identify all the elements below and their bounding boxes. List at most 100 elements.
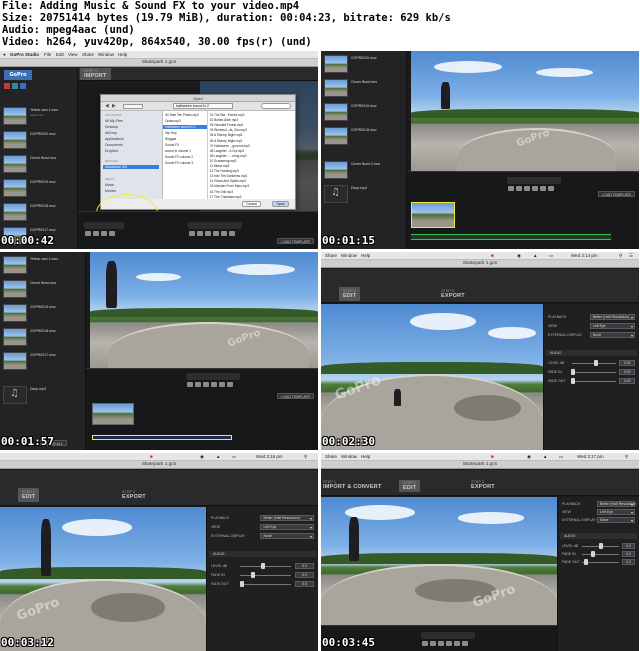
open-button[interactable]: Open <box>272 201 289 207</box>
sidebar-item-macintosh-hd[interactable]: Macintosh HD <box>103 165 159 169</box>
clock[interactable]: Wed 3:16 pm <box>256 454 283 459</box>
audio-section-header[interactable]: AUDIO <box>546 350 637 356</box>
audio-section-header[interactable]: AUDIO <box>209 551 316 557</box>
fade-in-slider[interactable]: FADE IN 0.0 <box>211 572 314 578</box>
file-row[interactable]: 15 Monster From Mars.mp3 <box>210 184 249 188</box>
list-item[interactable]: GOPR0018.mov <box>324 127 398 147</box>
folder-row[interactable]: Grass.mp3 <box>165 119 181 123</box>
menu-share[interactable]: Share <box>325 454 337 459</box>
file-row[interactable]: 04 Werewol...ds_Sus.mp3 <box>210 128 247 132</box>
fade-out-slider[interactable]: FADE OUT 0.0 <box>211 581 314 587</box>
list-item[interactable]: GOPR0019.mov <box>3 179 77 199</box>
sidebar-item-all-my-files[interactable]: All My Files <box>105 119 123 123</box>
playback-controls[interactable] <box>507 177 561 191</box>
folder-row-selected[interactable]: Halloween sound fx 2 <box>163 125 207 129</box>
menu-view[interactable]: View <box>68 52 78 57</box>
menu-app[interactable]: GoPro Studio <box>10 52 39 57</box>
search-icon[interactable]: ⚲ <box>619 253 622 259</box>
list-item[interactable]: GOPR0019.mov <box>3 304 77 324</box>
sidebar-item-applications[interactable]: Applications <box>105 137 124 141</box>
menu-file[interactable]: File <box>44 52 51 57</box>
file-row[interactable]: 01 The Bla...Knives.mp3 <box>210 113 245 117</box>
slider-knob[interactable] <box>261 563 265 569</box>
list-item[interactable]: GOPR0020.mov <box>3 131 77 151</box>
file-row[interactable]: 11 Music.mp3 <box>210 164 230 168</box>
slider-knob[interactable] <box>571 378 576 384</box>
playback-select[interactable]: Better (Half Resolution) <box>589 314 635 320</box>
wifi-icon[interactable]: ◉ <box>527 454 531 460</box>
timeline-audio-track[interactable] <box>92 435 232 440</box>
file-row[interactable]: 12 The Howling.mp3 <box>210 169 239 173</box>
audio-section-header[interactable]: AUDIO <box>560 533 637 539</box>
list-item[interactable]: Yellow cam 1.mov <box>3 256 77 276</box>
playback-controls[interactable] <box>186 373 240 387</box>
list-item[interactable]: ♫ Dsop.mp3 <box>3 386 77 406</box>
slider-knob[interactable] <box>571 369 576 375</box>
list-item[interactable]: Clover Bowl.mov <box>3 280 77 300</box>
folder-row[interactable]: Sound FX <box>165 143 179 147</box>
folder-row[interactable]: Sound FX volume 2 <box>165 155 193 159</box>
menu-window[interactable]: Window <box>341 253 357 258</box>
list-item[interactable]: GOPR0020.mov <box>324 55 398 75</box>
view-select[interactable]: Left Eye <box>597 509 635 515</box>
level-slider[interactable]: LEVEL dB 0.00 <box>548 360 635 366</box>
folder-row[interactable]: Hip Hop <box>165 131 177 135</box>
list-item[interactable]: Yellow cam 1.mov Add to list <box>3 107 77 127</box>
view-select[interactable]: Left Eye <box>589 323 635 329</box>
sidebar-item-documents[interactable]: Documents <box>105 143 123 147</box>
external-display-select[interactable]: None <box>260 533 314 539</box>
list-item[interactable]: GOPR0017.mov <box>3 352 77 372</box>
volume-icon[interactable]: ▲ <box>543 454 547 459</box>
teal-button-icon[interactable] <box>12 83 18 89</box>
slider-knob[interactable] <box>240 581 245 587</box>
playback-select[interactable]: Better (Half Resolution) <box>260 515 314 521</box>
search-icon[interactable]: ⚲ <box>304 454 307 460</box>
menu-edit[interactable]: Edit <box>56 52 64 57</box>
sidebar-item-movies[interactable]: Movies <box>105 189 116 193</box>
sidebar-item-airdrop[interactable]: AirDrop <box>105 131 117 135</box>
load-template-button[interactable]: LOAD TEMPLATE <box>277 393 314 399</box>
fade-in-slider[interactable]: FADE IN 0.00 <box>548 369 635 375</box>
slider-knob[interactable] <box>598 543 603 549</box>
apple-icon[interactable]: ● <box>3 52 6 57</box>
playback-controls[interactable] <box>421 632 475 646</box>
list-item[interactable]: Clover Bowl 2.mov <box>324 161 398 181</box>
tab-edit[interactable]: STEP 2 EDIT <box>18 488 40 502</box>
wifi-icon[interactable]: ◉ <box>517 253 521 259</box>
tab-export[interactable]: STEP 3 EXPORT <box>441 289 465 299</box>
battery-icon[interactable]: ▭ <box>232 454 236 460</box>
list-item[interactable]: ♫ Dsop.mp3 <box>324 185 398 205</box>
level-slider[interactable]: LEVEL dB 0.0 <box>562 543 635 549</box>
folder-row[interactable]: All Take Ten Packs.mp3 <box>165 113 199 117</box>
list-item[interactable]: GOPR0018.mov <box>3 203 77 223</box>
search-field[interactable] <box>261 103 291 109</box>
slider-knob[interactable] <box>594 360 599 366</box>
load-template-button[interactable]: LOAD TEMPLATE <box>277 238 314 244</box>
external-display-select[interactable]: None <box>589 332 635 338</box>
tab-edit[interactable]: STEP 2 EDIT <box>399 480 421 492</box>
forward-icon[interactable]: ▶ <box>112 103 116 109</box>
tab-export[interactable]: STEP 3 EXPORT <box>122 490 146 500</box>
folder-row[interactable]: Sound FX volume 3 <box>165 161 193 165</box>
back-icon[interactable]: ◀ <box>105 103 109 109</box>
list-item[interactable]: Clover Bowl.mov <box>324 79 398 99</box>
fade-in-slider[interactable]: FADE IN 0.0 <box>562 551 635 557</box>
file-row[interactable]: 09 Laughter - ...ering.mp3 <box>210 154 247 158</box>
red-button-icon[interactable] <box>4 83 10 89</box>
timeline-video-clip[interactable] <box>92 403 134 425</box>
external-display-select[interactable]: None <box>597 517 635 523</box>
file-row[interactable]: 16 The Drill.mp3 <box>210 190 233 194</box>
file-row[interactable]: 07 Halloween ...ground.mp3 <box>210 144 250 148</box>
file-row[interactable]: 13 Into The Darkness.mp3 <box>210 174 248 178</box>
timeline-tools[interactable] <box>84 222 124 236</box>
menu-help[interactable]: Help <box>118 52 127 57</box>
folder-row[interactable]: sound fx volume 1 <box>165 149 191 153</box>
record-icon[interactable]: ■ <box>150 454 153 459</box>
fade-out-slider[interactable]: FADE OUT 0.0 <box>562 559 635 565</box>
menu-share[interactable]: Share <box>82 52 94 57</box>
playback-select[interactable]: Better (Half Resolution) <box>597 501 636 507</box>
menu-window[interactable]: Window <box>98 52 114 57</box>
list-item[interactable]: GOPR0018.mov <box>3 328 77 348</box>
folder-row[interactable]: Reggae <box>165 137 176 141</box>
slider-knob[interactable] <box>591 551 596 557</box>
